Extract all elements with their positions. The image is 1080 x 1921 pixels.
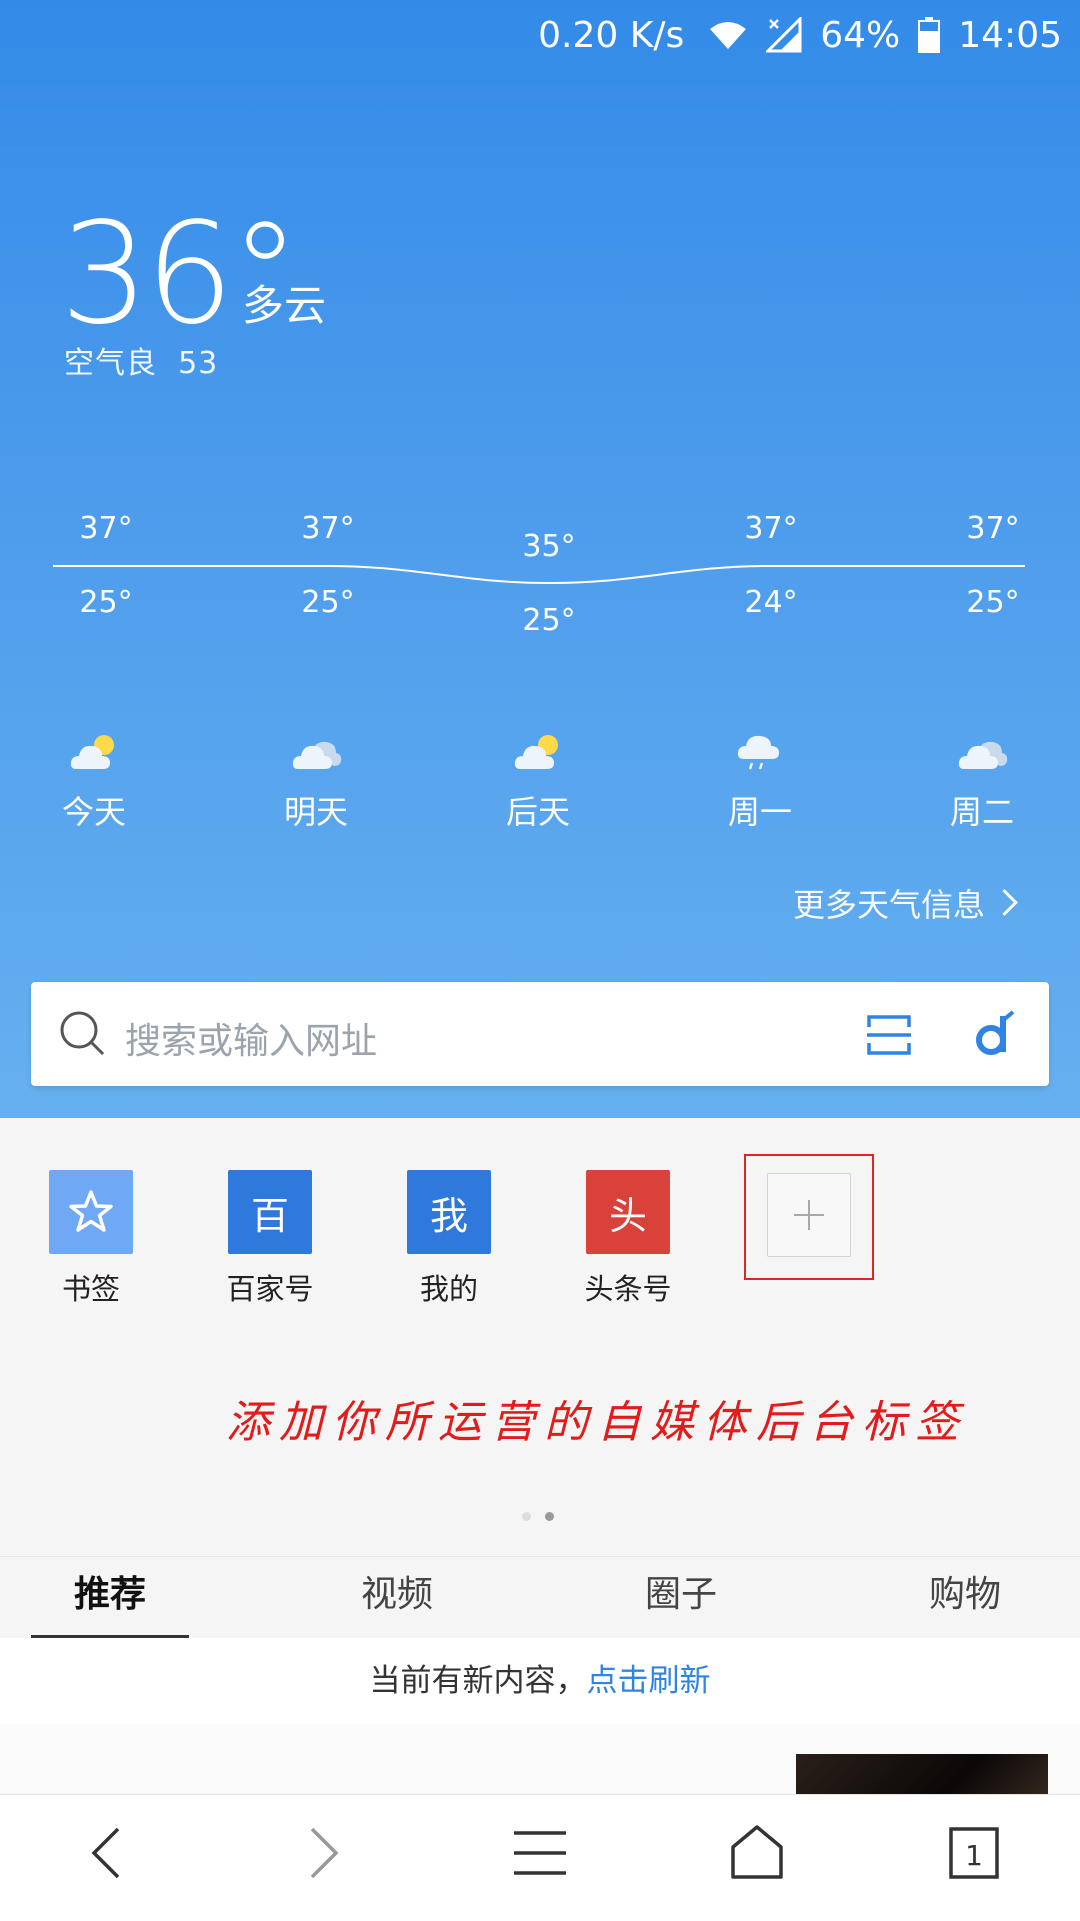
annotation-text: 添加你所运营的自媒体后台标签 bbox=[226, 1397, 968, 1448]
home-icon[interactable] bbox=[730, 1823, 784, 1887]
low-temp: 25° bbox=[79, 585, 132, 620]
bottom-nav: 1 bbox=[0, 1794, 1080, 1921]
shortcut-grid: 书签 百 百家号 我 我的 头 头条号 添加你所运营的自媒体后台标签 bbox=[0, 1118, 1080, 1556]
low-temp: 25° bbox=[966, 585, 1019, 620]
scan-icon[interactable] bbox=[867, 1013, 911, 1061]
net-speed: 0.20 K/s bbox=[538, 14, 685, 56]
plus-icon bbox=[808, 1200, 810, 1230]
signal-icon bbox=[766, 17, 802, 53]
tab-count: 1 bbox=[965, 1839, 983, 1872]
refresh-link[interactable]: 点击刷新 bbox=[587, 1663, 711, 1699]
day-label: 后天 bbox=[505, 793, 570, 831]
forecast-day-today[interactable]: 今天 bbox=[14, 725, 174, 833]
forecast-day-tuesday[interactable]: 周二 bbox=[902, 725, 1062, 833]
search-input[interactable]: 搜索或输入网址 bbox=[125, 1012, 377, 1064]
low-temp: 25° bbox=[522, 603, 575, 638]
high-temp: 37° bbox=[744, 511, 797, 546]
air-quality: 空气良 53 bbox=[64, 338, 218, 382]
back-icon[interactable] bbox=[84, 1823, 130, 1887]
status-bar: 0.20 K/s 64% 14:05 bbox=[538, 12, 1062, 58]
high-temp: 37° bbox=[301, 511, 354, 546]
chevron-right-icon bbox=[991, 889, 1018, 916]
tab-recommend[interactable]: 推荐 bbox=[31, 1557, 189, 1639]
battery-level: 64% bbox=[820, 14, 901, 56]
page-indicator bbox=[522, 1512, 554, 1521]
feed-tabs: 推荐 视频 圈子 购物 bbox=[0, 1556, 1080, 1639]
low-temp: 25° bbox=[301, 585, 354, 620]
weather-panel: 0.20 K/s 64% 14:05 36° 多云 空气良 53 37° 37°… bbox=[0, 0, 1080, 1118]
bookmark-star-icon bbox=[49, 1170, 133, 1254]
shortcut-toutiaohao[interactable]: 头 头条号 bbox=[568, 1170, 688, 1308]
add-shortcut-highlight bbox=[744, 1154, 874, 1280]
weather-condition: 多云 bbox=[242, 281, 327, 330]
menu-icon[interactable] bbox=[512, 1823, 568, 1887]
cloudy-icon bbox=[236, 725, 396, 773]
mine-icon: 我 bbox=[407, 1170, 491, 1254]
low-temp: 24° bbox=[744, 585, 797, 620]
cloudy-icon bbox=[902, 725, 1062, 773]
search-icon bbox=[59, 1010, 107, 1062]
battery-icon bbox=[918, 17, 941, 53]
refresh-notice: 当前有新内容，点击刷新 bbox=[0, 1638, 1080, 1724]
forecast-day-monday[interactable]: 周一 bbox=[680, 725, 840, 833]
wifi-icon bbox=[708, 19, 748, 51]
search-bar[interactable]: 搜索或输入网址 bbox=[31, 982, 1049, 1086]
high-temp: 37° bbox=[966, 511, 1019, 546]
forecast-day-after-tomorrow[interactable]: 后天 bbox=[458, 725, 618, 833]
high-temp: 37° bbox=[79, 511, 132, 546]
page-dot bbox=[522, 1512, 531, 1521]
forecast-day-tomorrow[interactable]: 明天 bbox=[236, 725, 396, 833]
partly-sunny-icon bbox=[458, 725, 618, 773]
tabs-button[interactable]: 1 bbox=[948, 1823, 1000, 1887]
page-dot-active bbox=[545, 1512, 554, 1521]
rain-icon bbox=[680, 725, 840, 773]
shortcut-mine[interactable]: 我 我的 bbox=[389, 1170, 509, 1308]
shortcut-label: 百家号 bbox=[226, 1272, 314, 1306]
day-label: 周二 bbox=[949, 793, 1014, 831]
air-quality-label: 空气良 bbox=[64, 346, 157, 381]
tab-circle[interactable]: 圈子 bbox=[602, 1557, 760, 1639]
day-label: 周一 bbox=[727, 793, 792, 831]
day-label: 明天 bbox=[283, 793, 348, 831]
notice-text: 当前有新内容， bbox=[369, 1663, 587, 1699]
shortcut-bookmarks[interactable]: 书签 bbox=[31, 1170, 151, 1308]
toutiaohao-icon: 头 bbox=[586, 1170, 670, 1254]
partly-sunny-icon bbox=[14, 725, 174, 773]
high-temp: 35° bbox=[522, 529, 575, 564]
clock: 14:05 bbox=[958, 14, 1062, 56]
day-label: 今天 bbox=[61, 793, 126, 831]
voice-search-icon[interactable] bbox=[971, 1010, 1019, 1062]
forward-icon[interactable] bbox=[300, 1823, 346, 1887]
tab-video[interactable]: 视频 bbox=[318, 1557, 476, 1639]
aqi-value: 53 bbox=[178, 346, 219, 381]
baijiahao-icon: 百 bbox=[228, 1170, 312, 1254]
tab-shopping[interactable]: 购物 bbox=[886, 1557, 1044, 1639]
shortcut-baijiahao[interactable]: 百 百家号 bbox=[210, 1170, 330, 1308]
temperature-curve: 37° 37° 35° 37° 37° 25° 25° 25° 24° 25° bbox=[53, 511, 1025, 638]
shortcut-label: 书签 bbox=[61, 1272, 120, 1306]
more-weather-label: 更多天气信息 bbox=[792, 886, 985, 924]
shortcut-label: 头条号 bbox=[584, 1272, 672, 1306]
more-weather-link[interactable]: 更多天气信息 bbox=[792, 880, 1018, 926]
shortcut-label: 我的 bbox=[419, 1272, 478, 1306]
add-shortcut-button[interactable] bbox=[767, 1173, 851, 1257]
